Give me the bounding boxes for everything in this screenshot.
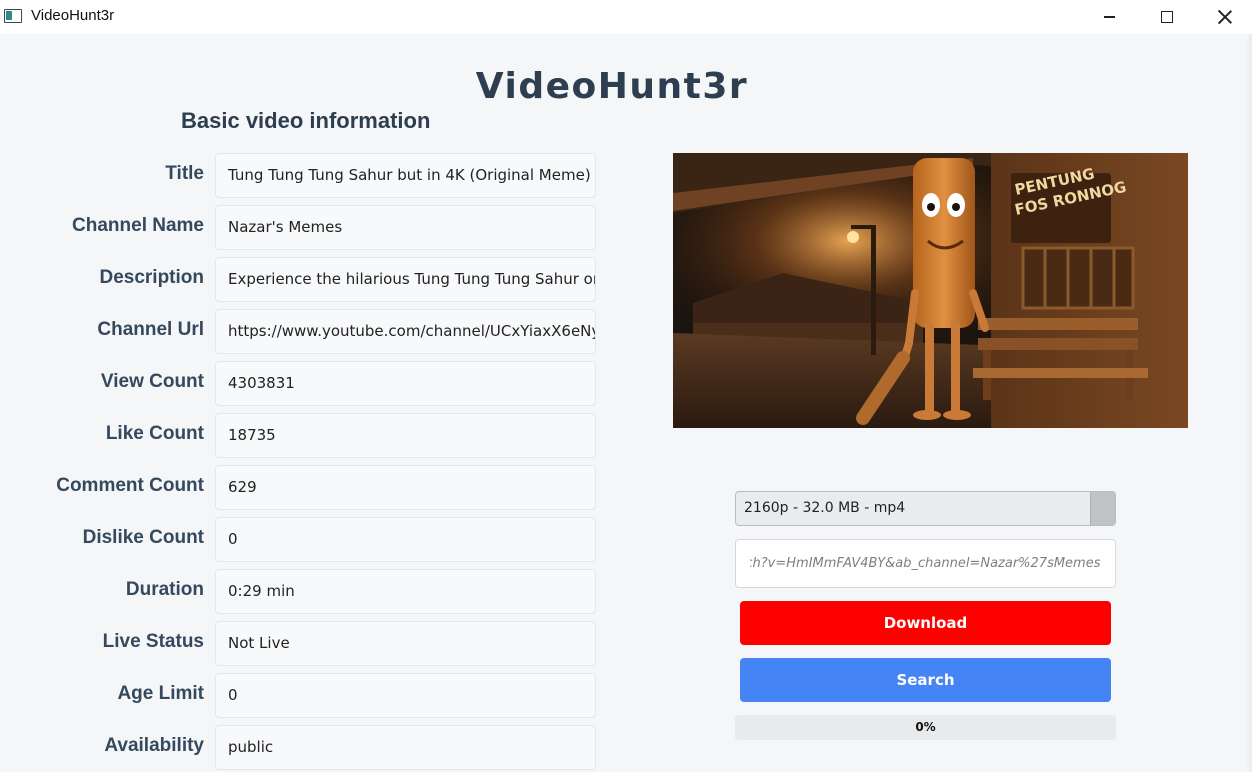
field-row-live-status: Live Status Not Live <box>0 621 600 667</box>
minimize-button[interactable] <box>1080 0 1138 34</box>
close-icon <box>1218 10 1232 24</box>
field-row-channel-name: Channel Name Nazar's Memes <box>0 205 600 251</box>
window-edge <box>1246 34 1252 772</box>
quality-select[interactable]: 2160p - 32.0 MB - mp4 <box>735 491 1116 526</box>
minimize-icon <box>1103 16 1115 18</box>
field-label: Age Limit <box>117 683 204 704</box>
age-limit-field[interactable]: 0 <box>215 673 596 718</box>
window-titlebar: VideoHunt3r <box>0 0 1252 34</box>
field-label: Dislike Count <box>82 527 204 548</box>
description-field[interactable]: Experience the hilarious Tung Tung Tung … <box>215 257 596 302</box>
field-label: Comment Count <box>56 475 204 496</box>
field-row-age-limit: Age Limit 0 <box>0 673 600 719</box>
channel-name-field[interactable]: Nazar's Memes <box>215 205 596 250</box>
title-field[interactable]: Tung Tung Tung Sahur but in 4K (Original… <box>215 153 596 198</box>
download-progress-bar: 0% <box>735 715 1116 740</box>
field-row-comment-count: Comment Count 629 <box>0 465 600 511</box>
video-url-input[interactable] <box>735 539 1116 588</box>
availability-field[interactable]: public <box>215 725 596 770</box>
field-label: Description <box>99 267 204 288</box>
maximize-icon <box>1161 11 1173 23</box>
field-row-availability: Availability public <box>0 725 600 771</box>
field-row-duration: Duration 0:29 min <box>0 569 600 615</box>
section-heading: Basic video information <box>181 108 431 133</box>
dislike-count-field[interactable]: 0 <box>215 517 596 562</box>
app-heading: VideoHunt3r <box>475 66 749 107</box>
search-button[interactable]: Search <box>740 658 1111 702</box>
window-title: VideoHunt3r <box>31 7 115 24</box>
dropdown-arrow-icon[interactable] <box>1090 492 1115 525</box>
like-count-field[interactable]: 18735 <box>215 413 596 458</box>
close-button[interactable] <box>1196 0 1252 34</box>
field-label: Availability <box>104 735 204 756</box>
field-label: Duration <box>125 579 204 600</box>
app-window-icon <box>4 9 22 23</box>
progress-text: 0% <box>915 720 936 734</box>
field-row-description: Description Experience the hilarious Tun… <box>0 257 600 303</box>
maximize-button[interactable] <box>1138 0 1196 34</box>
field-label: View Count <box>100 371 204 392</box>
field-label: Channel Url <box>97 319 204 340</box>
channel-url-field[interactable]: https://www.youtube.com/channel/UCxYiaxX… <box>215 309 596 354</box>
field-label: Like Count <box>105 423 204 444</box>
thumbnail-image: PENTUNG FOS RONNOG <box>673 153 1188 428</box>
field-label: Live Status <box>102 631 204 652</box>
field-row-title: Title Tung Tung Tung Sahur but in 4K (Or… <box>0 153 600 199</box>
field-label: Title <box>165 163 204 184</box>
field-row-dislike-count: Dislike Count 0 <box>0 517 600 563</box>
comment-count-field[interactable]: 629 <box>215 465 596 510</box>
field-row-channel-url: Channel Url https://www.youtube.com/chan… <box>0 309 600 355</box>
live-status-field[interactable]: Not Live <box>215 621 596 666</box>
view-count-field[interactable]: 4303831 <box>215 361 596 406</box>
duration-field[interactable]: 0:29 min <box>215 569 596 614</box>
download-button[interactable]: Download <box>740 601 1111 645</box>
field-label: Channel Name <box>72 215 204 236</box>
video-thumbnail: PENTUNG FOS RONNOG <box>673 153 1188 428</box>
field-row-view-count: View Count 4303831 <box>0 361 600 407</box>
field-row-like-count: Like Count 18735 <box>0 413 600 459</box>
quality-selected-value: 2160p - 32.0 MB - mp4 <box>744 500 906 516</box>
